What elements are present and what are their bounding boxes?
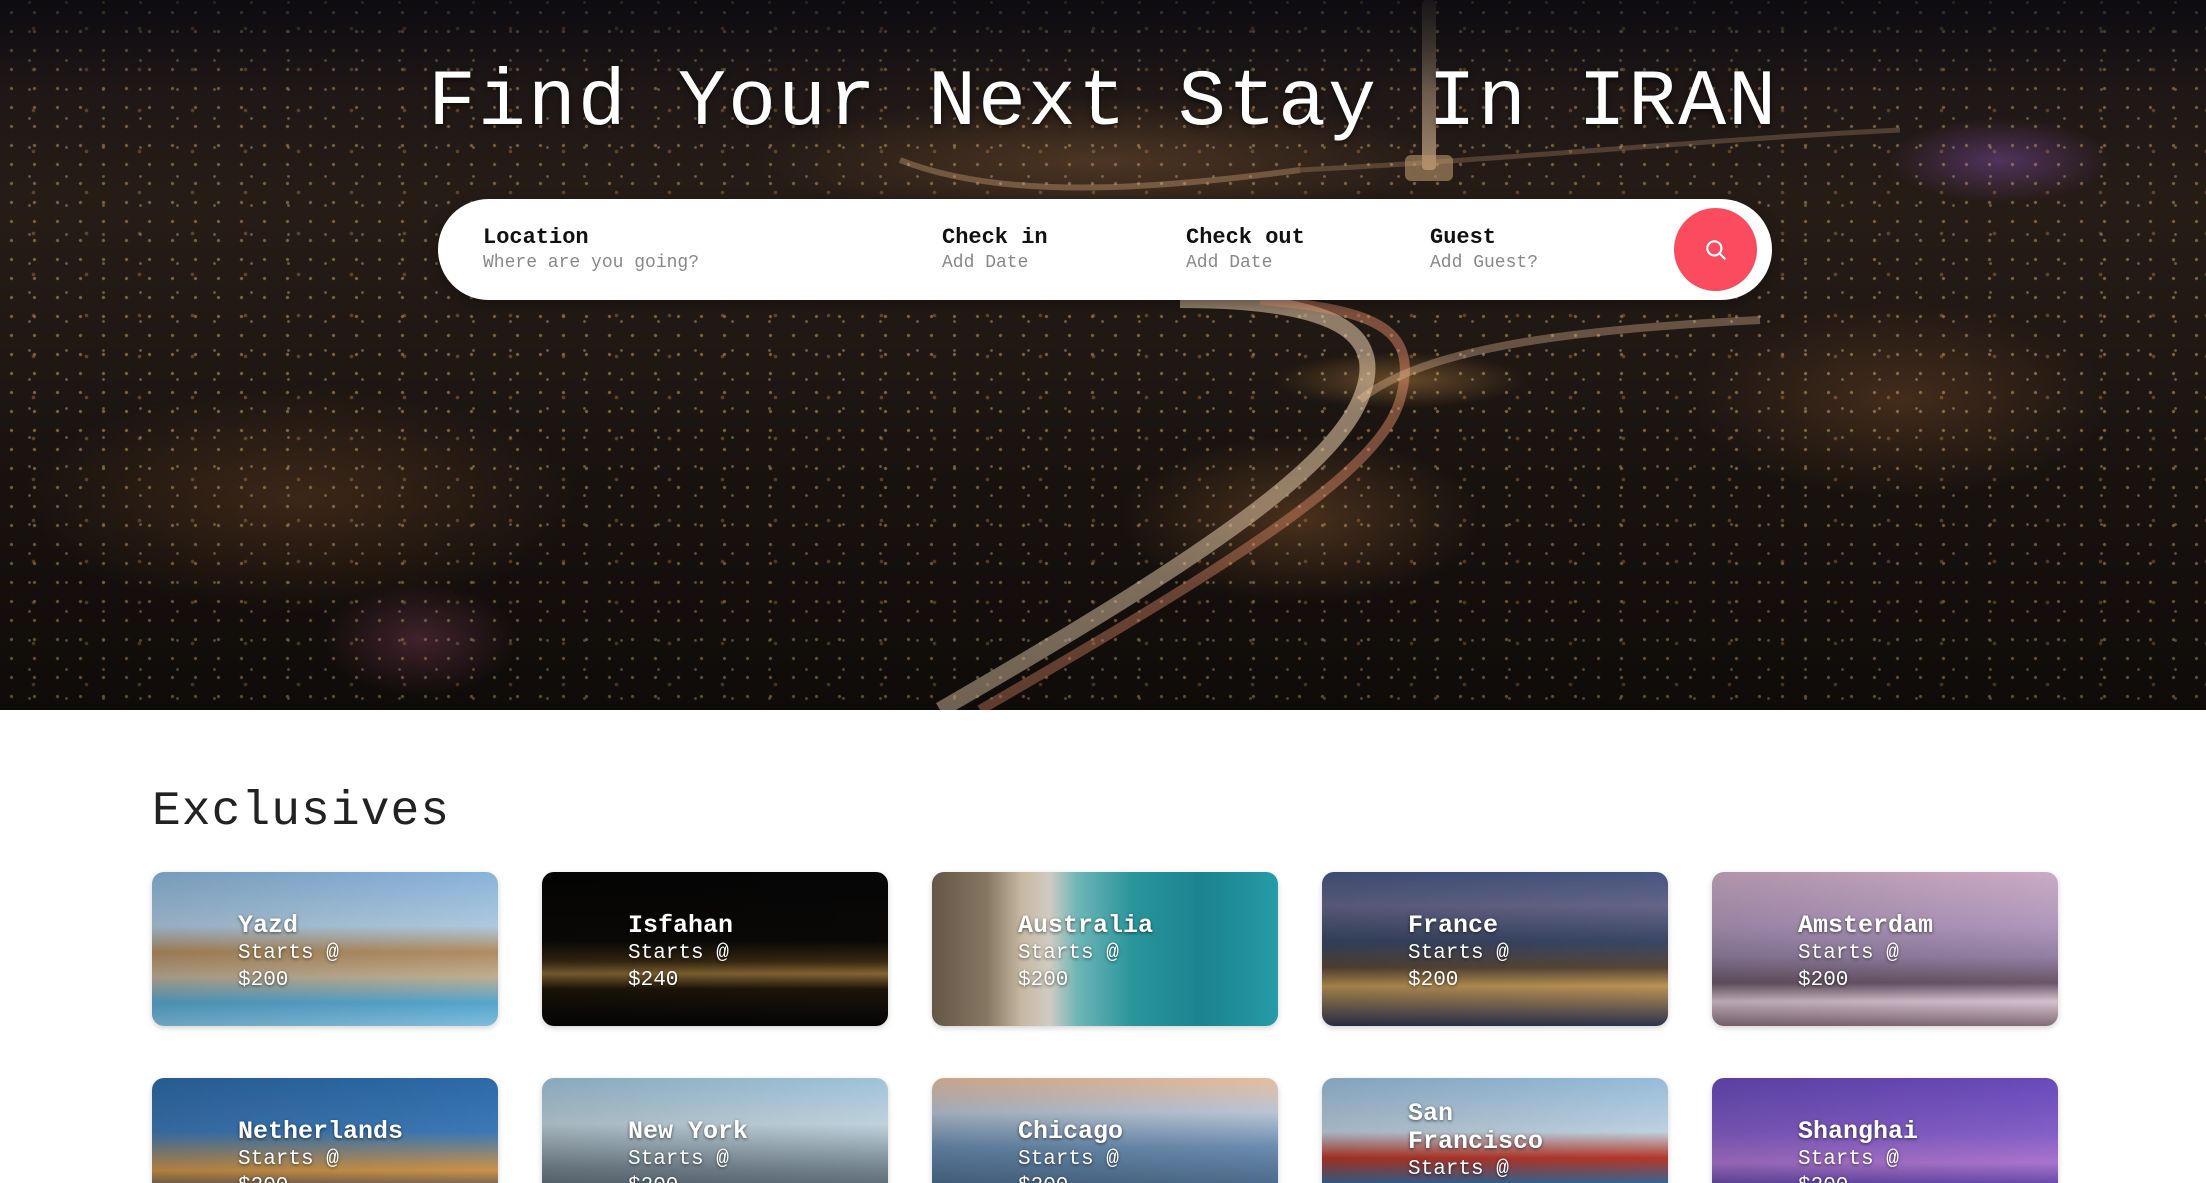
card-price: Starts @ $200 [1408, 942, 1509, 992]
check-in-label: Check in [942, 225, 1048, 250]
card-amsterdam[interactable]: Amsterdam Starts @ $200 [1712, 872, 2058, 1026]
card-title: New York [628, 1117, 749, 1146]
card-isfahan[interactable]: Isfahan Starts @ $240 [542, 872, 888, 1026]
search-button[interactable] [1674, 208, 1757, 291]
card-title: France [1408, 911, 1499, 940]
card-price: Starts @ $200 [1798, 1148, 1899, 1183]
search-icon [1705, 239, 1726, 260]
card-title: Isfahan [628, 911, 734, 940]
page-title: Find Your Next Stay In IRAN [427, 58, 1779, 149]
location-label: Location [483, 225, 589, 250]
card-price: Starts @ $200 [1018, 1148, 1119, 1183]
card-chicago[interactable]: Chicago Starts @ $200 [932, 1078, 1278, 1183]
card-price: Starts @ $200 [1408, 1158, 1509, 1181]
card-title: San Francisco [1408, 1099, 1544, 1156]
card-price: Starts @ $200 [1018, 942, 1119, 992]
card-price: Starts @ $200 [1798, 942, 1899, 992]
guest-label: Guest [1430, 225, 1497, 250]
card-price: Starts @ $200 [238, 1148, 339, 1183]
check-out-field[interactable]: Check out [1186, 225, 1386, 274]
check-out-label: Check out [1186, 225, 1305, 250]
card-price: Starts @ $200 [628, 1148, 729, 1183]
card-price: Starts @ $200 [238, 942, 339, 992]
check-out-input[interactable] [1186, 252, 1386, 274]
location-field[interactable]: Location [483, 225, 743, 274]
card-title: Australia [1018, 911, 1154, 940]
check-in-field[interactable]: Check in [942, 225, 1142, 274]
card-new-york[interactable]: New York Starts @ $200 [542, 1078, 888, 1183]
card-france[interactable]: France Starts @ $200 [1322, 872, 1668, 1026]
hero-banner: Find Your Next Stay In IRAN [0, 0, 2206, 710]
card-title: Netherlands [238, 1117, 404, 1146]
card-australia[interactable]: Australia Starts @ $200 [932, 872, 1278, 1026]
search-bar: Location Check in Check out Guest [438, 199, 1772, 300]
location-input[interactable] [483, 252, 743, 274]
exclusives-heading: Exclusives [152, 785, 451, 839]
card-title: Chicago [1018, 1117, 1124, 1146]
card-title: Amsterdam [1798, 911, 1934, 940]
card-yazd[interactable]: Yazd Starts @ $200 [152, 872, 498, 1026]
card-price: Starts @ $240 [628, 942, 729, 992]
card-title: Shanghai [1798, 1117, 1919, 1146]
guest-field[interactable]: Guest [1430, 225, 1630, 274]
card-title: Yazd [238, 911, 299, 940]
guest-input[interactable] [1430, 252, 1630, 274]
card-shanghai[interactable]: Shanghai Starts @ $200 [1712, 1078, 2058, 1183]
card-netherlands[interactable]: Netherlands Starts @ $200 [152, 1078, 498, 1183]
card-san-francisco[interactable]: San Francisco Starts @ $200 [1322, 1078, 1668, 1183]
check-in-input[interactable] [942, 252, 1142, 274]
